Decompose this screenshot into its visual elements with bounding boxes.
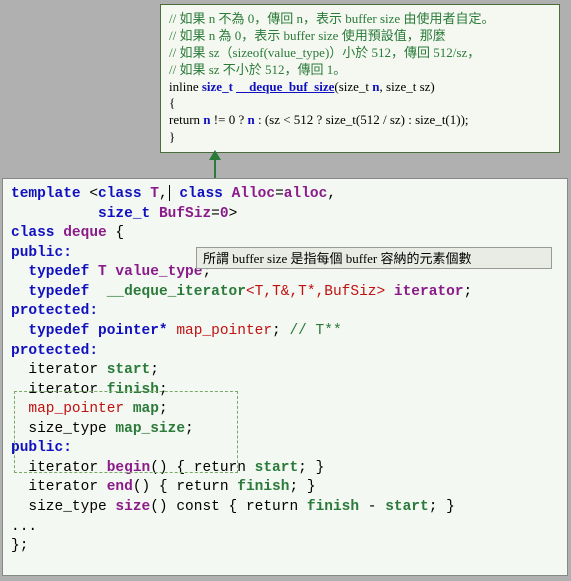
comment-line-2: // 如果 n 為 0，表示 buffer size 使用預設值，那麼: [169, 28, 551, 45]
line-13: size_type map_size;: [11, 420, 559, 440]
line-16: iterator end() { return finish; }: [11, 478, 559, 498]
code-box: template <class T, class Alloc=alloc, si…: [2, 178, 568, 576]
line-17: size_type size() const { return finish -…: [11, 498, 559, 518]
comment-line-1: // 如果 n 不為 0，傳回 n，表示 buffer size 由使用者自定。: [169, 11, 551, 28]
line-3: class deque {: [11, 224, 559, 244]
brace-close: }: [169, 129, 551, 146]
annotation-text: 所謂 buffer size 是指每個 buffer 容納的元素個數: [203, 251, 472, 266]
comment-line-4: // 如果 sz 不小於 512，傳回 1。: [169, 62, 551, 79]
line-18: ...: [11, 518, 559, 538]
line-11: iterator finish;: [11, 381, 559, 401]
return-line: return n != 0 ? n : (sz < 512 ? size_t(5…: [169, 112, 551, 129]
line-6: typedef __deque_iterator<T,T&,T*,BufSiz>…: [11, 283, 559, 303]
brace-open: {: [169, 95, 551, 112]
line-8: typedef pointer* map_pointer; // T**: [11, 322, 559, 342]
line-12: map_pointer map;: [11, 400, 559, 420]
line-15: iterator begin() { return start; }: [11, 459, 559, 479]
line-2: size_t BufSiz=0>: [11, 205, 559, 225]
line-1: template <class T, class Alloc=alloc,: [11, 185, 559, 205]
comment-line-3: // 如果 sz（sizeof(value_type)）小於 512，傳回 51…: [169, 45, 551, 62]
line-14: public:: [11, 439, 559, 459]
arrow-up-icon: [214, 158, 216, 178]
text-cursor: [169, 185, 170, 201]
inline-function-box: // 如果 n 不為 0，傳回 n，表示 buffer size 由使用者自定。…: [160, 4, 560, 153]
line-19: };: [11, 537, 559, 557]
line-7: protected:: [11, 302, 559, 322]
line-10: iterator start;: [11, 361, 559, 381]
annotation-box: 所謂 buffer size 是指每個 buffer 容納的元素個數: [196, 247, 552, 269]
inline-decl: inline size_t __deque_buf_size(size_t n,…: [169, 79, 551, 96]
line-9: protected:: [11, 342, 559, 362]
